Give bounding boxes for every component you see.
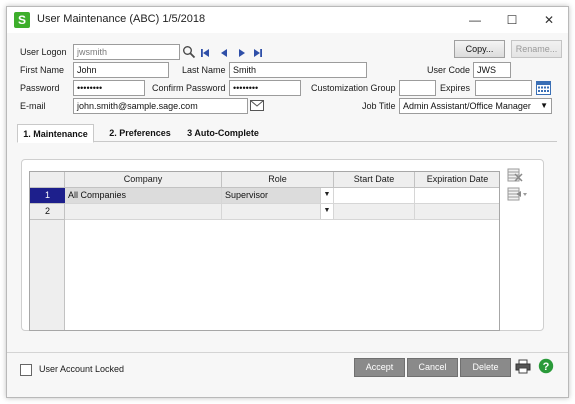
column-header-company[interactable]: Company (65, 172, 222, 188)
maximize-button[interactable]: ☐ (495, 7, 529, 33)
close-button[interactable]: ✕ (532, 7, 566, 33)
printer-icon[interactable] (515, 359, 531, 374)
minimize-button[interactable]: — (458, 7, 492, 33)
confirm-password-label: Confirm Password (152, 83, 226, 93)
last-name-field[interactable]: Smith (229, 62, 367, 78)
row-number[interactable]: 1 (30, 188, 65, 204)
password-field[interactable]: •••••••• (73, 80, 145, 96)
user-code-label: User Code (427, 65, 471, 75)
user-maintenance-window: S User Maintenance (ABC) 1/5/2018 — ☐ ✕ … (6, 6, 569, 398)
copy-button[interactable]: Copy... (454, 40, 505, 58)
start-date-cell[interactable] (334, 188, 415, 204)
column-header-role[interactable]: Role (222, 172, 334, 188)
role-cell[interactable] (222, 204, 334, 220)
first-name-label: First Name (20, 65, 65, 75)
expiration-date-cell[interactable] (415, 188, 499, 204)
title-bar: S User Maintenance (ABC) 1/5/2018 — ☐ ✕ (7, 7, 568, 33)
customization-group-field[interactable] (399, 80, 436, 96)
delete-row-icon[interactable] (507, 168, 523, 182)
cancel-button[interactable]: Cancel (407, 358, 458, 377)
start-date-cell[interactable] (334, 204, 415, 220)
expiration-date-cell[interactable] (415, 204, 499, 220)
company-cell[interactable] (65, 204, 222, 220)
expires-label: Expires (440, 83, 471, 93)
grid-corner-header (30, 172, 65, 188)
calendar-icon[interactable] (536, 80, 551, 95)
first-record-icon[interactable] (200, 48, 210, 58)
first-name-field[interactable]: John (73, 62, 169, 78)
expires-field[interactable] (475, 80, 532, 96)
column-header-start-date[interactable]: Start Date (334, 172, 415, 188)
role-dropdown-icon[interactable]: ▼ (320, 204, 333, 219)
column-header-expiration-date[interactable]: Expiration Date (415, 172, 499, 188)
account-locked-checkbox[interactable] (20, 364, 32, 376)
tab-preferences[interactable]: 2. Preferences (103, 124, 177, 142)
delete-button[interactable]: Delete (460, 358, 511, 377)
previous-record-icon[interactable] (219, 48, 229, 58)
last-record-icon[interactable] (253, 48, 263, 58)
email-field[interactable]: john.smith@sample.sage.com (73, 98, 248, 114)
user-logon-field[interactable]: jwsmith (73, 44, 180, 60)
password-label: Password (20, 83, 60, 93)
row-number[interactable]: 2 (30, 204, 65, 220)
job-title-value: Admin Assistant/Office Manager (403, 101, 531, 111)
user-code-field[interactable]: JWS (473, 62, 511, 78)
company-cell[interactable]: All Companies (65, 188, 222, 204)
tab-maintenance[interactable]: 1. Maintenance (17, 124, 94, 143)
email-label: E-mail (20, 101, 46, 111)
search-icon[interactable] (182, 45, 196, 59)
next-record-icon[interactable] (237, 48, 247, 58)
job-title-label: Job Title (362, 101, 396, 111)
role-cell[interactable]: Supervisor (222, 188, 334, 204)
job-title-select[interactable]: Admin Assistant/Office Manager ▼ (399, 98, 552, 114)
email-icon[interactable] (250, 100, 264, 111)
svg-text:?: ? (543, 361, 550, 373)
rename-button[interactable]: Rename... (511, 40, 562, 58)
user-logon-label: User Logon (20, 47, 67, 57)
tab-strip: 1. Maintenance 2. Preferences 3 Auto-Com… (17, 124, 557, 143)
company-role-grid[interactable]: Company Role Start Date Expiration Date … (29, 171, 500, 331)
sage-app-icon: S (14, 12, 30, 28)
customization-group-label: Customization Group (311, 83, 396, 93)
role-dropdown-icon[interactable]: ▼ (320, 188, 333, 203)
last-name-label: Last Name (182, 65, 226, 75)
help-icon[interactable]: ? (538, 358, 554, 374)
footer-separator (7, 352, 568, 353)
chevron-down-icon[interactable]: ▼ (540, 99, 548, 113)
account-locked-label: User Account Locked (39, 364, 125, 374)
tab-auto-complete[interactable]: 3 Auto-Complete (183, 124, 263, 142)
insert-row-icon[interactable] (507, 187, 527, 201)
confirm-password-field[interactable]: •••••••• (229, 80, 301, 96)
accept-button[interactable]: Accept (354, 358, 405, 377)
window-title: User Maintenance (ABC) 1/5/2018 (37, 13, 206, 25)
